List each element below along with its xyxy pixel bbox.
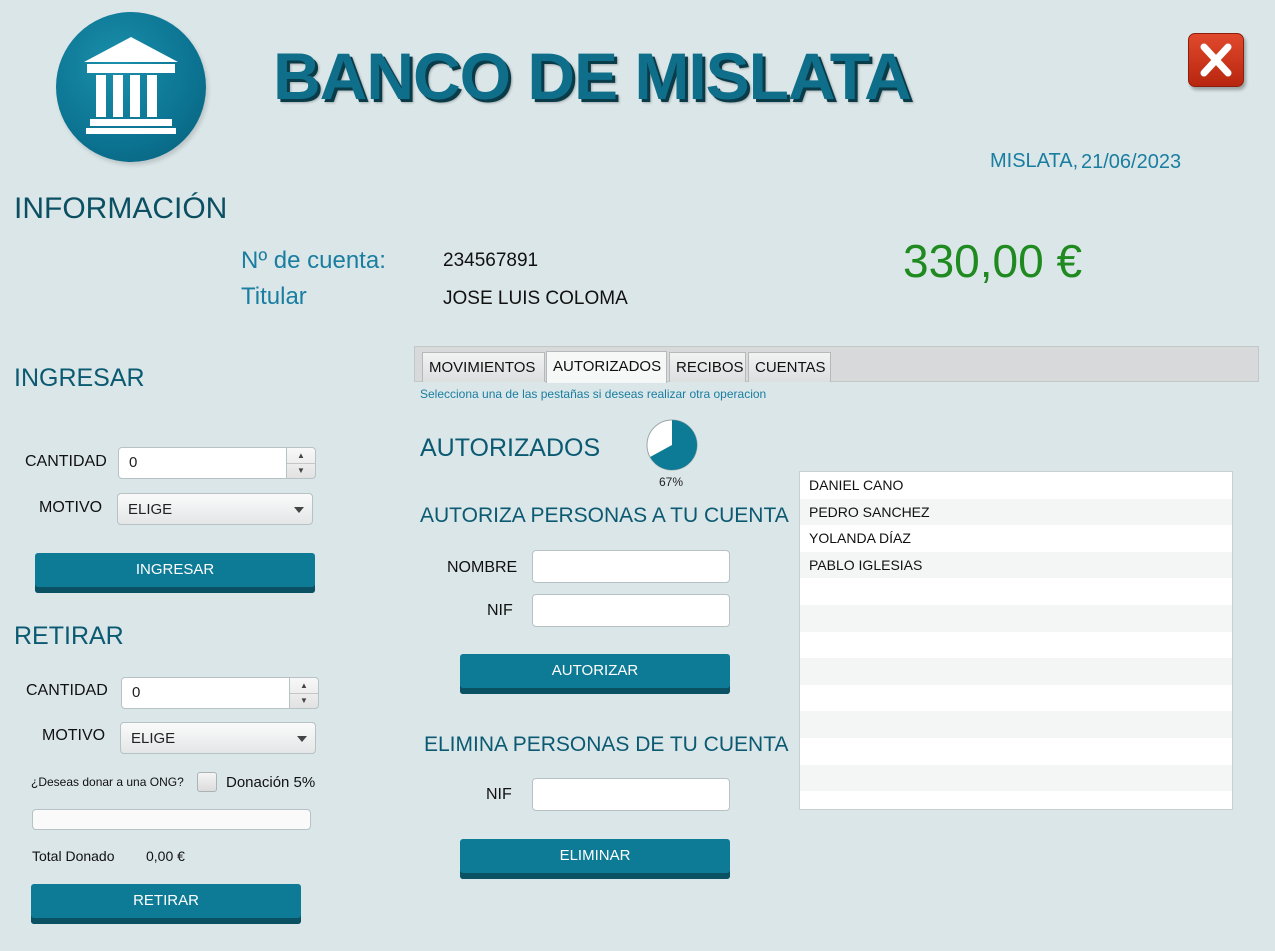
nif-input[interactable] [532, 594, 730, 627]
holder-value: JOSE LUIS COLOMA [443, 288, 628, 309]
total-donated-label: Total Donado [32, 848, 115, 864]
close-icon [1200, 43, 1232, 77]
list-item[interactable] [800, 658, 1232, 685]
close-button[interactable] [1188, 33, 1244, 87]
deposit-heading: INGRESAR [14, 364, 145, 392]
list-item[interactable]: DANIEL CANO [800, 472, 1232, 499]
list-item[interactable] [800, 764, 1232, 792]
list-item[interactable] [800, 604, 1232, 632]
name-label: NOMBRE [447, 559, 518, 576]
bank-building-icon [84, 37, 178, 134]
info-heading: INFORMACIÓN [14, 192, 228, 225]
tab-recibos[interactable]: RECIBOS [669, 352, 746, 382]
list-item[interactable] [800, 685, 1232, 712]
chevron-up-icon[interactable]: ▲ [290, 678, 318, 694]
deposit-amount-input[interactable]: 0 [118, 447, 288, 479]
remove-button[interactable]: ELIMINAR [460, 839, 730, 879]
chevron-down-icon[interactable]: ▼ [287, 463, 315, 478]
location-label: MISLATA, [990, 150, 1079, 172]
remove-nif-input[interactable] [532, 778, 730, 811]
list-item[interactable] [800, 632, 1232, 659]
list-item[interactable] [800, 711, 1232, 738]
tab-bar: MOVIMIENTOS AUTORIZADOS RECIBOS CUENTAS [414, 346, 1259, 383]
date-label: 21/06/2023 [1081, 151, 1182, 173]
bank-title: BANCO DE MISLATA [273, 39, 912, 113]
withdraw-reason-label: MOTIVO [42, 727, 106, 744]
donation-checkbox[interactable] [197, 772, 217, 792]
holder-label: Titular [241, 283, 307, 310]
deposit-reason-label: MOTIVO [39, 499, 103, 516]
chevron-up-icon[interactable]: ▲ [287, 448, 315, 464]
deposit-reason-value: ELIGE [128, 501, 173, 518]
remove-nif-label: NIF [486, 786, 512, 803]
tab-autorizados[interactable]: AUTORIZADOS [546, 351, 667, 383]
authorized-progress-label: 67% [659, 475, 684, 489]
list-item[interactable]: PEDRO SANCHEZ [800, 498, 1232, 526]
tab-cuentas[interactable]: CUENTAS [748, 352, 831, 382]
deposit-amount-label: CANTIDAD [25, 453, 107, 470]
tab-movimientos[interactable]: MOVIMIENTOS [422, 352, 545, 382]
authorized-progress-indicator [645, 418, 699, 472]
authorized-heading: AUTORIZADOS [420, 434, 601, 462]
list-item[interactable]: YOLANDA DÍAZ [800, 525, 1232, 552]
chevron-down-icon[interactable]: ▼ [290, 693, 318, 708]
list-item[interactable] [800, 738, 1232, 765]
donation-progress-bar [32, 809, 311, 830]
account-value: 234567891 [443, 250, 539, 271]
authorize-heading: AUTORIZA PERSONAS A TU CUENTA [420, 504, 789, 527]
list-item[interactable] [800, 791, 1232, 809]
bank-logo [56, 12, 206, 162]
deposit-reason-select[interactable]: ELIGE [117, 493, 313, 525]
total-donated-value: 0,00 € [146, 848, 185, 864]
remove-heading: ELIMINA PERSONAS DE TU CUENTA [424, 733, 789, 756]
ong-question: ¿Deseas donar a una ONG? [31, 775, 184, 789]
deposit-amount-stepper[interactable]: ▲ ▼ [286, 447, 316, 479]
dropdown-arrow-icon [297, 736, 307, 742]
tabs-hint: Selecciona una de las pestañas si deseas… [420, 387, 767, 401]
donation-label: Donación 5% [226, 774, 316, 791]
withdraw-amount-label: CANTIDAD [26, 682, 108, 699]
withdraw-amount-input[interactable]: 0 [121, 677, 291, 709]
list-item[interactable] [800, 578, 1232, 605]
list-item[interactable]: PABLO IGLESIAS [800, 551, 1232, 579]
withdraw-button[interactable]: RETIRAR [31, 884, 301, 924]
account-label: Nº de cuenta: [241, 247, 386, 274]
authorize-button[interactable]: AUTORIZAR [460, 654, 730, 694]
withdraw-heading: RETIRAR [14, 622, 124, 650]
name-input[interactable] [532, 550, 730, 583]
nif-label: NIF [487, 602, 513, 619]
deposit-button[interactable]: INGRESAR [35, 553, 315, 593]
withdraw-amount-stepper[interactable]: ▲ ▼ [289, 677, 319, 709]
authorized-people-list[interactable]: DANIEL CANO PEDRO SANCHEZ YOLANDA DÍAZ P… [799, 471, 1233, 810]
withdraw-reason-select[interactable]: ELIGE [120, 722, 316, 754]
dropdown-arrow-icon [294, 507, 304, 513]
withdraw-reason-value: ELIGE [131, 730, 176, 747]
balance-value: 330,00 € [903, 235, 1083, 287]
